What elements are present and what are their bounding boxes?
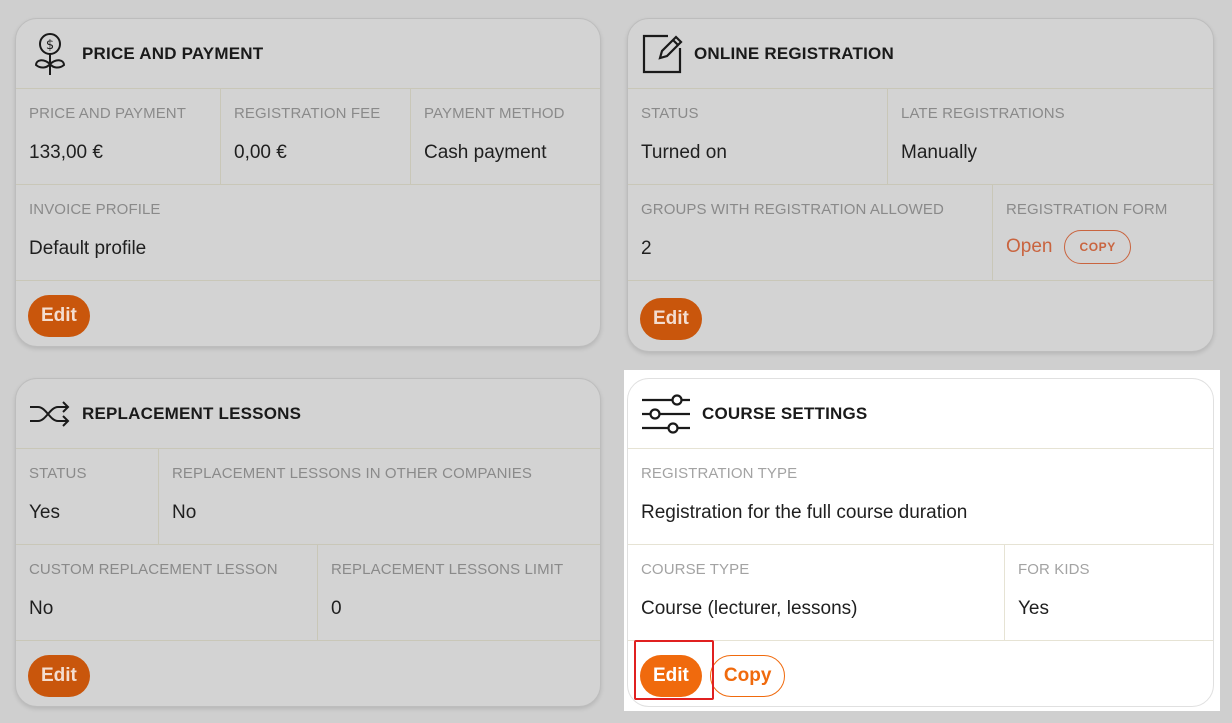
field-label: LATE REGISTRATIONS (901, 105, 1065, 122)
sliders-icon (640, 392, 692, 436)
online-registration-header: ONLINE REGISTRATION (628, 19, 1213, 89)
field-label: PRICE AND PAYMENT (29, 105, 187, 122)
course-settings-header: COURSE SETTINGS (628, 379, 1213, 449)
edit-button[interactable]: Edit (28, 295, 90, 337)
late-registrations-field: LATE REGISTRATIONS Manually (888, 89, 1213, 184)
registration-form-actions: Open COPY (1006, 230, 1200, 264)
registration-form-field: REGISTRATION FORM Open COPY (993, 185, 1213, 280)
field-label: REGISTRATION TYPE (641, 465, 798, 482)
field-label: STATUS (641, 105, 699, 122)
invoice-row: INVOICE PROFILE Default profile (16, 185, 600, 281)
registration-type-row: REGISTRATION TYPE Registration for the f… (628, 449, 1213, 545)
replacement-custom-row: CUSTOM REPLACEMENT LESSON No REPLACEMENT… (16, 545, 600, 641)
for-kids-field: FOR KIDS Yes (1005, 545, 1213, 640)
other-companies-field: REPLACEMENT LESSONS IN OTHER COMPANIES N… (159, 449, 600, 544)
custom-replacement-field: CUSTOM REPLACEMENT LESSON No (16, 545, 318, 640)
registration-type-field: REGISTRATION TYPE Registration for the f… (628, 449, 1213, 544)
online-registration-card: ONLINE REGISTRATION STATUS Turned on LAT… (627, 18, 1214, 352)
replacement-status-row: STATUS Yes REPLACEMENT LESSONS IN OTHER … (16, 449, 600, 545)
edit-button[interactable]: Edit (640, 655, 702, 697)
price-payment-card: $ PRICE AND PAYMENT PRICE AND PAYMENT 13… (15, 18, 601, 347)
card-title: REPLACEMENT LESSONS (82, 403, 302, 423)
field-label: REGISTRATION FORM (1006, 201, 1168, 218)
field-label: STATUS (29, 465, 87, 482)
field-label: FOR KIDS (1018, 561, 1090, 578)
card-title: COURSE SETTINGS (702, 403, 868, 423)
field-label: REPLACEMENT LESSONS LIMIT (331, 561, 564, 578)
field-label: PAYMENT METHOD (424, 105, 565, 122)
field-label: REGISTRATION FEE (234, 105, 381, 122)
field-value: 133,00 € (29, 142, 103, 163)
status-field: STATUS Turned on (628, 89, 888, 184)
groups-row: GROUPS WITH REGISTRATION ALLOWED 2 REGIS… (628, 185, 1213, 281)
price-row: PRICE AND PAYMENT 133,00 € REGISTRATION … (16, 89, 600, 185)
replacement-lessons-header: REPLACEMENT LESSONS (16, 379, 600, 449)
status-row: STATUS Turned on LATE REGISTRATIONS Manu… (628, 89, 1213, 185)
field-value: Manually (901, 142, 978, 163)
replacement-lessons-card: REPLACEMENT LESSONS STATUS Yes REPLACEME… (15, 378, 601, 707)
field-label: GROUPS WITH REGISTRATION ALLOWED (641, 201, 944, 218)
money-plant-icon: $ (28, 32, 72, 76)
course-type-row: COURSE TYPE Course (lecturer, lessons) F… (628, 545, 1213, 641)
field-label: COURSE TYPE (641, 561, 750, 578)
field-label: REPLACEMENT LESSONS IN OTHER COMPANIES (172, 465, 532, 482)
field-value: Course (lecturer, lessons) (641, 598, 858, 619)
edit-note-icon (640, 32, 684, 76)
payment-method-field: PAYMENT METHOD Cash payment (411, 89, 600, 184)
course-settings-card: COURSE SETTINGS REGISTRATION TYPE Regist… (627, 378, 1214, 707)
field-label: INVOICE PROFILE (29, 201, 161, 218)
course-type-field: COURSE TYPE Course (lecturer, lessons) (628, 545, 1005, 640)
card-title: ONLINE REGISTRATION (694, 43, 894, 63)
field-value: Yes (29, 502, 60, 523)
field-value: Default profile (29, 238, 147, 259)
field-value: No (29, 598, 54, 619)
card-footer: Edit (628, 281, 1213, 351)
price-payment-header: $ PRICE AND PAYMENT (16, 19, 600, 89)
copy-button[interactable]: Copy (709, 655, 786, 697)
registration-fee-field: REGISTRATION FEE 0,00 € (221, 89, 411, 184)
field-value: Cash payment (424, 142, 547, 163)
field-value: 0 (331, 598, 342, 619)
card-title: PRICE AND PAYMENT (82, 43, 264, 63)
open-form-link[interactable]: Open (1006, 236, 1052, 258)
edit-button[interactable]: Edit (640, 298, 702, 340)
field-value: Yes (1018, 598, 1049, 619)
field-value: Turned on (641, 142, 727, 163)
field-value: 2 (641, 238, 652, 259)
svg-text:$: $ (46, 38, 54, 53)
price-field: PRICE AND PAYMENT 133,00 € (16, 89, 221, 184)
field-value: No (172, 502, 197, 523)
replacement-status-field: STATUS Yes (16, 449, 159, 544)
shuffle-icon (28, 392, 72, 436)
card-footer: Edit Copy (628, 641, 1213, 706)
field-value: Registration for the full course duratio… (641, 502, 968, 523)
invoice-profile-field: INVOICE PROFILE Default profile (16, 185, 600, 280)
field-label: CUSTOM REPLACEMENT LESSON (29, 561, 278, 578)
replacement-limit-field: REPLACEMENT LESSONS LIMIT 0 (318, 545, 600, 640)
field-value: 0,00 € (234, 142, 287, 163)
copy-form-link-button[interactable]: COPY (1064, 230, 1131, 264)
groups-field: GROUPS WITH REGISTRATION ALLOWED 2 (628, 185, 993, 280)
card-footer: Edit (16, 281, 600, 346)
edit-button[interactable]: Edit (28, 655, 90, 697)
card-footer: Edit (16, 641, 600, 706)
